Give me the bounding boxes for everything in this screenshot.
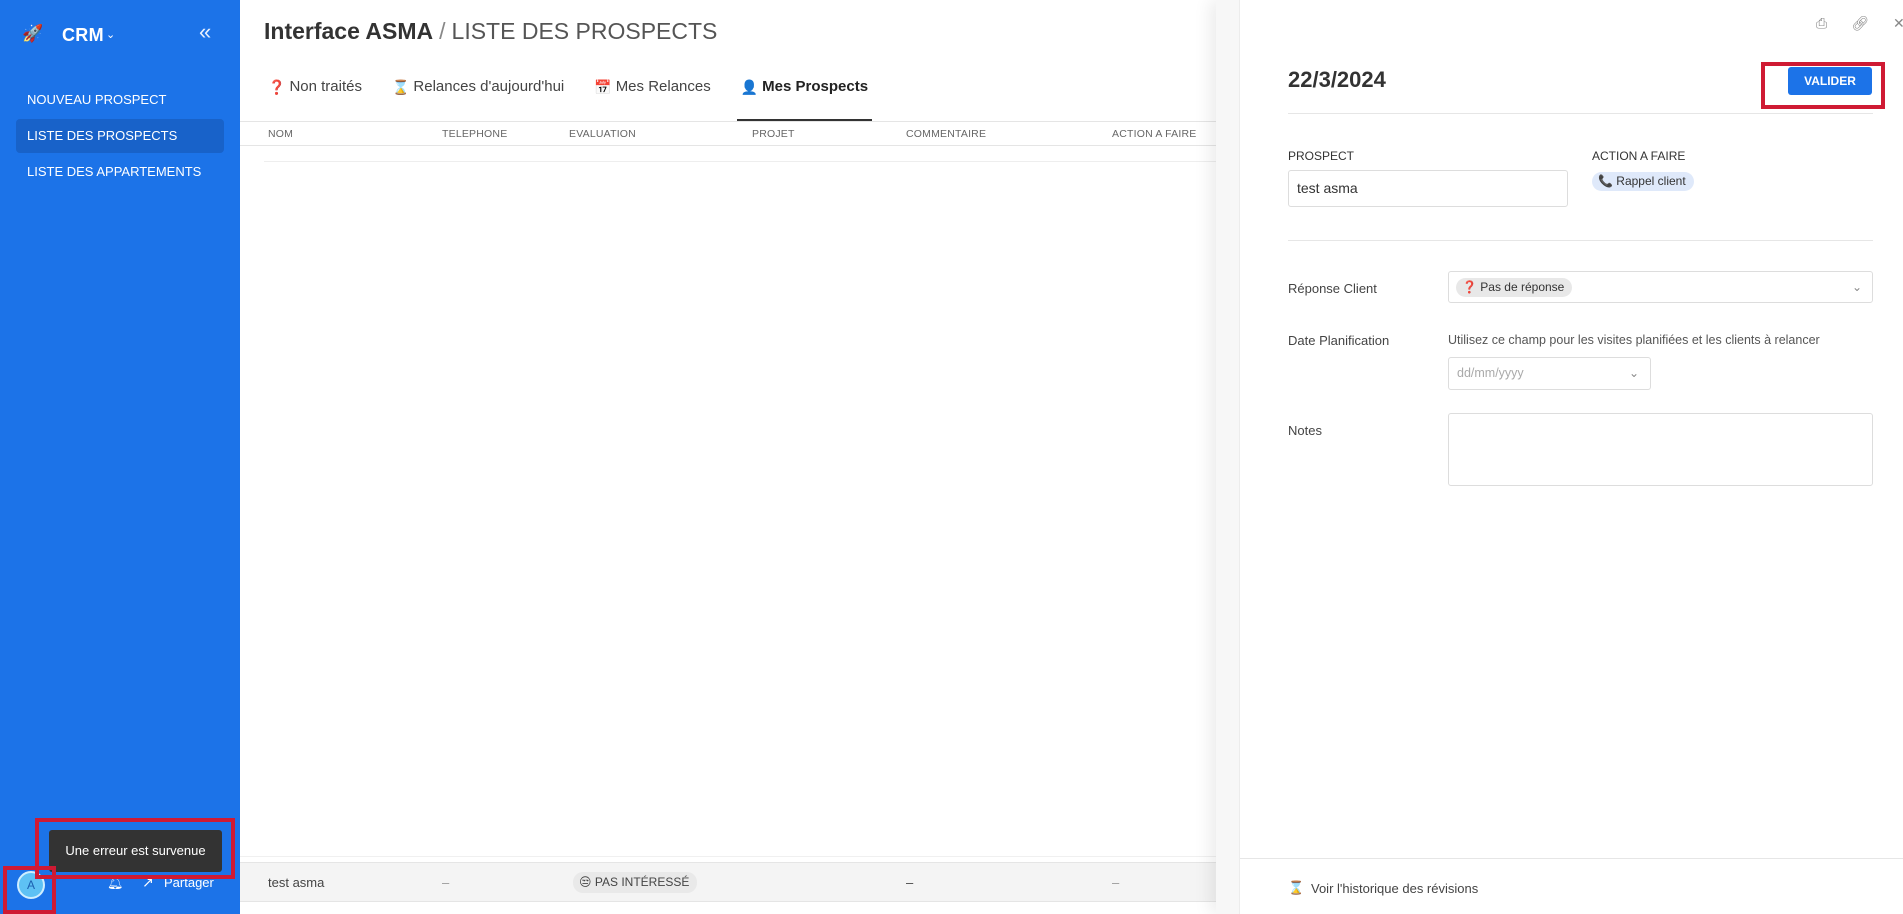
sidebar-nav: NOUVEAU PROSPECT LISTE DES PROSPECTS LIS…: [16, 83, 224, 191]
person-icon: 👤: [740, 79, 759, 95]
column-header-evaluation[interactable]: EVALUATION: [569, 128, 636, 140]
panel-toolbar: ⎙ 🔗︎ ✕: [1816, 15, 1903, 32]
nav-item-liste-des-prospects[interactable]: LISTE DES PROSPECTS: [16, 119, 224, 153]
share-button[interactable]: Partager: [164, 875, 214, 890]
hourglass-icon: ⌛: [391, 79, 410, 95]
column-header-commentaire[interactable]: COMMENTAIRE: [906, 128, 986, 140]
print-icon[interactable]: ⎙: [1816, 15, 1827, 31]
link-icon[interactable]: 🔗︎: [1851, 15, 1869, 31]
partially-hidden-row[interactable]: [264, 146, 1243, 162]
column-header-action[interactable]: ACTION A FAIRE: [1112, 128, 1197, 140]
chevron-down-icon[interactable]: ⌄: [106, 25, 115, 45]
reponse-client-label: Réponse Client: [1288, 281, 1377, 296]
table-header: NOM TELEPHONE EVALUATION PROJET COMMENTA…: [240, 121, 1243, 146]
column-header-nom[interactable]: NOM: [268, 128, 293, 140]
prospect-field[interactable]: test asma: [1288, 170, 1568, 207]
reponse-chip: ❓ Pas de réponse: [1456, 278, 1573, 297]
nav-item-liste-des-appartements[interactable]: LISTE DES APPARTEMENTS: [16, 155, 224, 189]
tab-mes-relances[interactable]: 📅 Mes Relances: [590, 72, 714, 121]
date-planification-input[interactable]: dd/mm/yyyy ⌄: [1448, 357, 1651, 390]
main-content: Interface ASMA / LISTE DES PROSPECTS ❓ Non …: [240, 0, 1243, 914]
close-icon[interactable]: ✕: [1893, 15, 1903, 31]
unamused-face-icon: 😒: [579, 875, 592, 889]
tab-label: Relances d'aujourd'hui: [413, 78, 565, 95]
page-title-separator: /: [439, 18, 446, 44]
notes-label: Notes: [1288, 423, 1322, 438]
tab-label: Mes Prospects: [762, 78, 869, 95]
reponse-client-select[interactable]: ❓ Pas de réponse ⌄: [1448, 271, 1873, 303]
chevron-down-icon[interactable]: ⌄: [1852, 280, 1862, 294]
divider: [1288, 113, 1873, 114]
prospect-label: PROSPECT: [1288, 149, 1355, 163]
panel-footer: ⌛ Voir l'historique des révisions: [1240, 858, 1903, 914]
revision-history-link[interactable]: Voir l'historique des révisions: [1311, 881, 1478, 896]
cell-action: –: [1112, 875, 1120, 890]
cell-nom: test asma: [268, 875, 325, 890]
page-title-interface: Interface ASMA: [264, 18, 434, 44]
action-value: Rappel client: [1616, 174, 1686, 188]
date-help-text: Utilisez ce champ pour les visites plani…: [1448, 333, 1820, 347]
tab-relances-aujourdhui[interactable]: ⌛ Relances d'aujourd'hui: [388, 72, 568, 121]
tab-label: Mes Relances: [615, 78, 711, 95]
record-title: 22/3/2024: [1288, 67, 1386, 92]
evaluation-label: PAS INTÉRESSÉ: [594, 875, 690, 889]
phone-icon: 📞: [1598, 174, 1613, 188]
status-badge: 😒 PAS INTÉRESSÉ: [573, 872, 698, 893]
row-divider: [240, 856, 1243, 857]
action-label: ACTION A FAIRE: [1592, 149, 1686, 163]
cell-telephone: –: [442, 875, 450, 890]
nav-item-nouveau-prospect[interactable]: NOUVEAU PROSPECT: [16, 83, 224, 117]
error-tooltip: Une erreur est survenue: [49, 830, 222, 872]
column-header-telephone[interactable]: TELEPHONE: [442, 128, 507, 140]
notes-field[interactable]: [1448, 413, 1873, 486]
hourglass-icon: ⌛: [1288, 880, 1305, 895]
sidebar-header: 🚀 CRM ⌄ «: [0, 0, 240, 70]
bell-icon[interactable]: 🔔︎: [107, 875, 124, 891]
rocket-icon: 🚀: [22, 24, 44, 43]
tab-label: Non traités: [289, 78, 362, 95]
view-tabs: ❓ Non traités ⌛ Relances d'aujourd'hui 📅 Me…: [264, 72, 894, 121]
app-name[interactable]: CRM: [62, 25, 104, 46]
date-planification-label: Date Planification: [1288, 333, 1390, 348]
page-title-section: LISTE DES PROSPECTS: [451, 18, 718, 44]
panel-edge: [1216, 0, 1240, 914]
valider-button[interactable]: VALIDER: [1788, 67, 1872, 95]
date-placeholder: dd/mm/yyyy: [1457, 366, 1524, 380]
action-chip[interactable]: 📞 Rappel client: [1592, 172, 1694, 191]
sidebar: 🚀 CRM ⌄ « NOUVEAU PROSPECT LISTE DES PRO…: [0, 0, 240, 914]
page-title: Interface ASMA / LISTE DES PROSPECTS: [264, 18, 717, 45]
chevron-down-icon[interactable]: ⌄: [1629, 358, 1639, 389]
question-icon: ❓: [268, 79, 286, 95]
calendar-icon: 📅: [594, 79, 612, 95]
question-icon: ❓: [1462, 280, 1477, 294]
reponse-value: Pas de réponse: [1480, 280, 1565, 294]
tab-non-traites[interactable]: ❓ Non traités: [264, 72, 366, 121]
table-row[interactable]: test asma – 😒 PAS INTÉRESSÉ – –: [240, 862, 1243, 902]
cell-commentaire: –: [906, 875, 914, 890]
collapse-sidebar-icon[interactable]: «: [199, 21, 211, 43]
tab-mes-prospects[interactable]: 👤 Mes Prospects: [736, 72, 873, 121]
avatar[interactable]: A: [17, 871, 45, 899]
share-icon[interactable]: ↗: [142, 874, 154, 891]
divider: [1288, 240, 1873, 241]
column-header-projet[interactable]: PROJET: [752, 128, 795, 140]
